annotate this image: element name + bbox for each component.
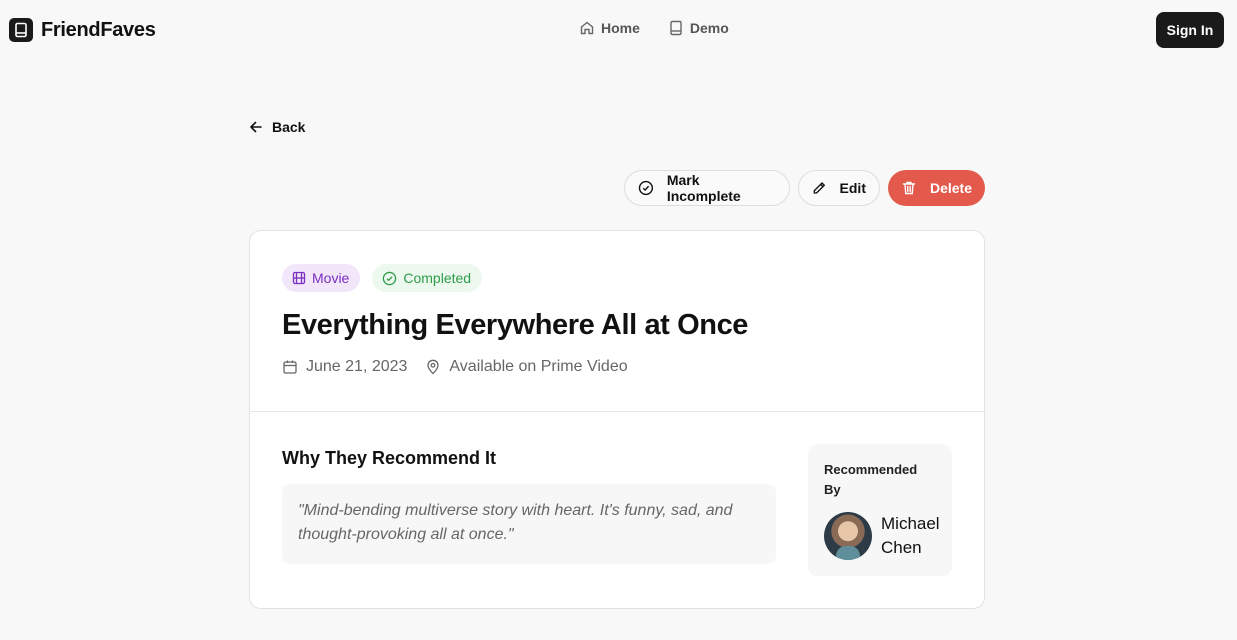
film-icon [292,271,306,285]
avatar [824,512,872,560]
edit-button[interactable]: Edit [798,170,880,206]
badge-row: Movie Completed [282,264,483,292]
type-badge-label: Movie [312,270,350,286]
main-nav: Home Demo [579,20,757,36]
check-circle-icon [638,180,654,196]
top-navbar: FriendFaves Home Demo Sign In [0,0,1237,60]
nav-home-label: Home [601,20,640,36]
date-meta: June 21, 2023 [282,358,407,376]
calendar-icon [283,360,297,374]
recommender: Michael Chen [824,512,940,560]
map-pin-icon [427,359,440,375]
nav-home[interactable]: Home [579,20,640,36]
status-badge-label: Completed [403,270,472,286]
delete-button[interactable]: Delete [888,170,985,206]
delete-label: Delete [929,180,972,196]
app-logo[interactable]: FriendFaves [9,18,156,42]
recommended-by-label: Recommended By [824,462,918,497]
book-logo-icon [9,18,33,42]
availability-meta: Available on Prime Video [425,358,628,376]
type-badge: Movie [282,264,361,292]
pencil-icon [813,182,825,194]
item-header-section: Movie Completed Everything Everywhere Al… [250,231,984,412]
recommendation-heading: Why They Recommend It [282,448,497,468]
sign-in-button[interactable]: Sign In [1156,12,1224,48]
item-meta: June 21, 2023 Available on Prime Video [282,358,628,376]
mark-incomplete-label: Mark Incomplete [666,172,741,204]
check-circle-icon [383,271,397,285]
app-name: FriendFaves [41,18,156,41]
nav-demo[interactable]: Demo [668,20,729,36]
item-availability: Available on Prime Video [449,358,628,375]
arrow-left-icon [250,121,262,133]
home-icon [580,21,594,35]
book-icon [670,20,682,36]
mark-incomplete-button[interactable]: Mark Incomplete [624,170,790,206]
recommendation-quote: "Mind-bending multiverse story with hear… [282,484,776,564]
item-date: June 21, 2023 [306,358,408,375]
recommended-by-box: Recommended By Michael Chen [808,444,952,576]
recommender-name: Michael Chen [881,514,940,557]
status-badge: Completed [372,264,483,292]
edit-label: Edit [839,180,866,196]
back-label: Back [272,119,306,135]
item-actions: Mark Incomplete Edit Delete [624,170,985,206]
nav-demo-label: Demo [689,20,729,36]
trash-icon [902,181,916,195]
item-title: Everything Everywhere All at Once [282,309,749,341]
back-link[interactable]: Back [249,119,305,135]
item-detail-card: Movie Completed Everything Everywhere Al… [249,230,985,609]
